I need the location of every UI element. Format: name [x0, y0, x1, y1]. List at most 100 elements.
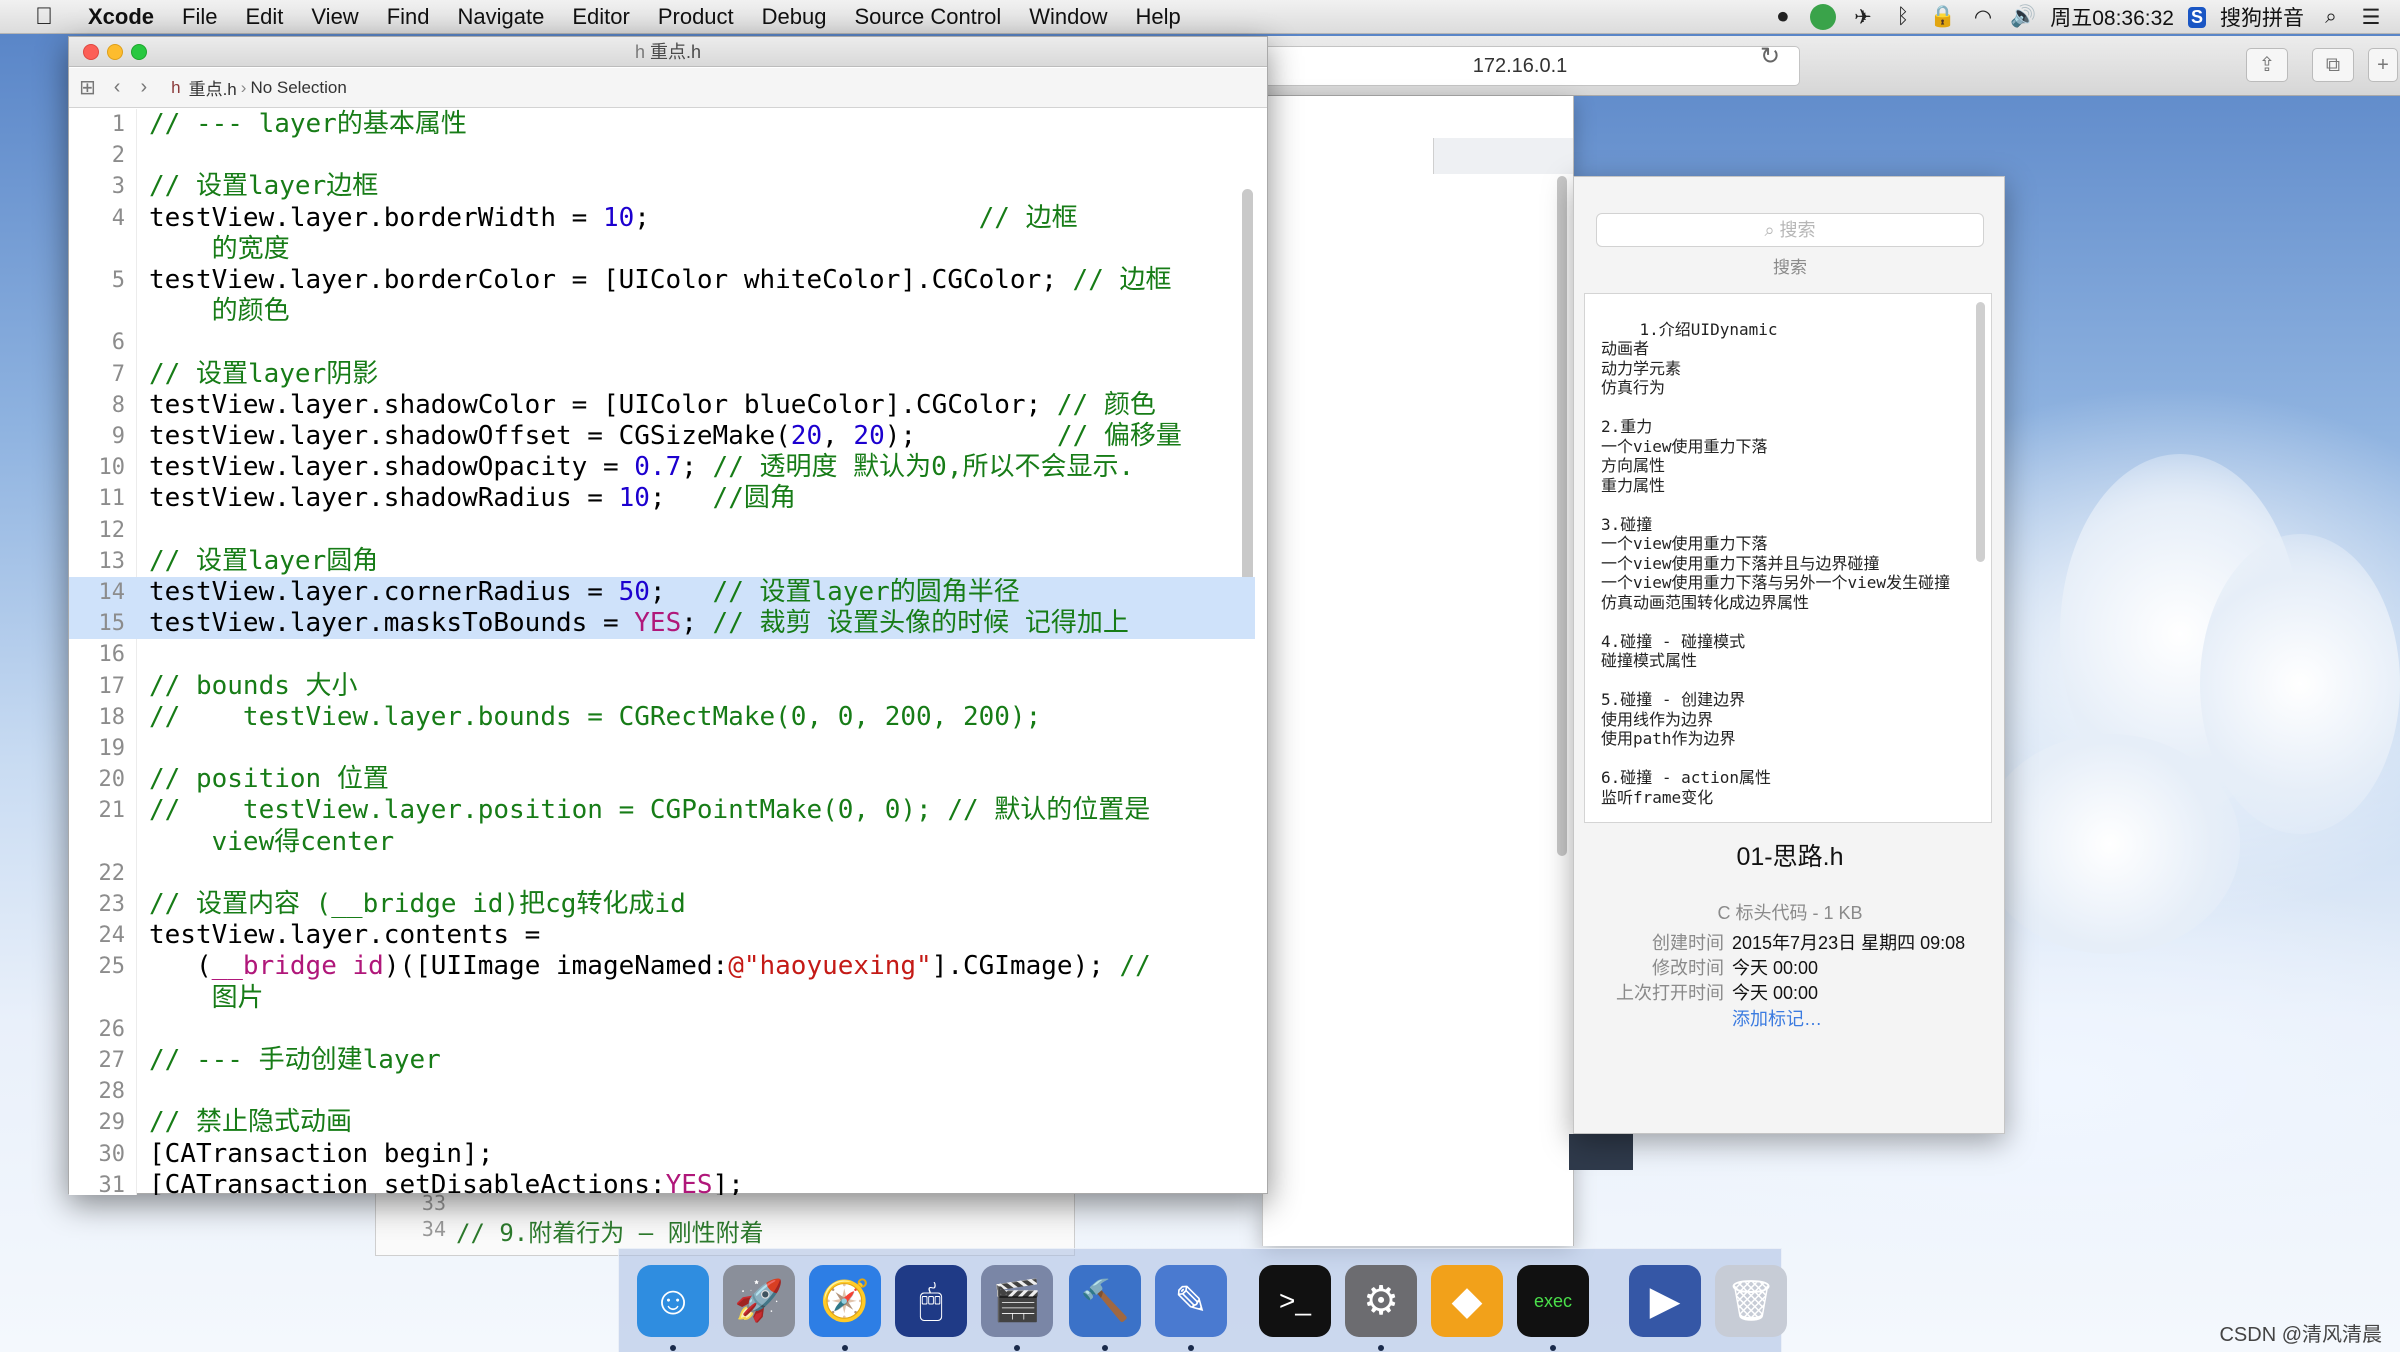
airplane-icon[interactable]: ✈	[1850, 5, 1876, 30]
input-method-label[interactable]: 搜狗拼音	[2220, 2, 2304, 32]
code-line[interactable]: 24 testView.layer.contents =	[69, 920, 1255, 951]
quicktime-dock-icon[interactable]: ▶	[1629, 1265, 1701, 1337]
menu-find[interactable]: Find	[387, 4, 430, 30]
volume-icon[interactable]: 🔊	[2010, 5, 2036, 29]
code-line[interactable]: 18 // testView.layer.bounds = CGRectMake(…	[69, 702, 1255, 733]
sync-status-icon[interactable]	[1809, 4, 1836, 30]
browser-address-bar[interactable]: 172.16.0.1	[1240, 46, 1800, 86]
code-line[interactable]: 1 // --- layer的基本属性	[69, 109, 1255, 140]
menu-view[interactable]: View	[311, 4, 358, 30]
code-line[interactable]: view得center	[69, 827, 1255, 858]
code-line[interactable]: 21 // testView.layer.position = CGPointMa…	[69, 795, 1255, 826]
imovie-dock-icon[interactable]: 🎬	[981, 1265, 1053, 1351]
line-number: 13	[98, 548, 126, 574]
back-chevron-icon[interactable]: ‹	[114, 76, 121, 99]
instruments-dock-icon[interactable]: ✎	[1155, 1265, 1227, 1351]
console-dock-icon[interactable]: exec	[1517, 1265, 1589, 1351]
add-tags-link[interactable]: 添加标记…	[1732, 1005, 1822, 1031]
preview-scrollbar[interactable]	[1976, 302, 1985, 562]
info-key: 上次打开时间	[1616, 983, 1724, 1003]
code-line[interactable]: 4 testView.layer.borderWidth = 10; // 边框	[69, 203, 1255, 234]
background-editor-scrollbar[interactable]	[1557, 176, 1567, 856]
safari-dock-icon[interactable]: 🧭	[809, 1265, 881, 1351]
close-icon[interactable]	[83, 44, 99, 60]
forward-chevron-icon[interactable]: ›	[140, 76, 147, 99]
menu-navigate[interactable]: Navigate	[458, 4, 545, 30]
wifi-icon[interactable]: ◠	[1970, 5, 1996, 30]
code-line[interactable]: 3 // 设置layer边框	[69, 171, 1255, 202]
xcode-dock-icon[interactable]: 🔨	[1069, 1265, 1141, 1351]
menu-editor[interactable]: Editor	[572, 4, 629, 30]
background-editor-window	[1262, 96, 1633, 1246]
code-line[interactable]: 17 // bounds 大小	[69, 671, 1255, 702]
zoom-icon[interactable]	[131, 44, 147, 60]
code-line[interactable]: 27 // --- 手动创建layer	[69, 1045, 1255, 1076]
code-line[interactable]: 9 testView.layer.shadowOffset = CGSizeMak…	[69, 421, 1255, 452]
code-line[interactable]: 7 // 设置layer阴影	[69, 359, 1255, 390]
code-line[interactable]: 13 // 设置layer圆角	[69, 546, 1255, 577]
code-line[interactable]: 14 testView.layer.cornerRadius = 50; // 设…	[69, 577, 1255, 609]
screen-record-icon[interactable]: ⏺	[1770, 5, 1796, 29]
code-line[interactable]: 5 testView.layer.borderColor = [UIColor w…	[69, 265, 1255, 296]
jumpbar-selection[interactable]: No Selection	[250, 78, 346, 98]
share-icon[interactable]: ⇪	[2246, 48, 2288, 82]
file-preview[interactable]: 1.介绍UIDynamic 动画者 动力学元素 仿真行为 2.重力 一个view…	[1584, 293, 1992, 823]
launchpad-dock-icon[interactable]: 🚀	[723, 1265, 795, 1337]
code-line[interactable]: 29 // 禁止隐式动画	[69, 1107, 1255, 1138]
background-editor-tab[interactable]	[1433, 138, 1573, 174]
finder-search-field[interactable]: ⌕ 搜索	[1596, 213, 1984, 247]
code-text: // testView.layer.position = CGPointMake…	[149, 795, 1151, 826]
app-menu[interactable]: Xcode	[88, 4, 154, 30]
tabs-overview-icon[interactable]: ⧉	[2312, 48, 2354, 82]
code-line[interactable]: 8 testView.layer.shadowColor = [UIColor b…	[69, 390, 1255, 421]
code-line[interactable]: 15 testView.layer.masksToBounds = YES; //…	[69, 608, 1255, 640]
lock-icon[interactable]: 🔒	[1930, 5, 1956, 29]
related-items-icon[interactable]: ⊞	[79, 75, 96, 100]
notification-center-icon[interactable]: ☰	[2358, 5, 2384, 30]
finder-dock-icon[interactable]: ☺	[637, 1265, 709, 1351]
code-line[interactable]: 11 testView.layer.shadowRadius = 10; //圆角	[69, 483, 1255, 514]
spotlight-search-icon[interactable]: ⌕	[2318, 5, 2344, 29]
info-row-modified: 修改时间 今天 00:00	[1574, 954, 2006, 980]
reload-icon[interactable]: ↻	[1760, 42, 1780, 71]
menu-edit[interactable]: Edit	[245, 4, 283, 30]
bluetooth-icon[interactable]: ᛒ	[1890, 5, 1916, 29]
menu-debug[interactable]: Debug	[762, 4, 827, 30]
code-line[interactable]: 16	[69, 639, 1255, 670]
minimize-icon[interactable]	[107, 44, 123, 60]
source-editor[interactable]: 1// --- layer的基本属性 2 3// 设置layer边框 4 testVie…	[69, 109, 1255, 1195]
code-line[interactable]: 2	[69, 140, 1255, 171]
code-line[interactable]: 25 (__bridge id)([UIImage imageNamed:@"h…	[69, 951, 1255, 982]
terminal-dock-icon[interactable]: >_	[1259, 1265, 1331, 1337]
code-line[interactable]: 图片	[69, 983, 1255, 1014]
menu-file[interactable]: File	[182, 4, 217, 30]
menu-product[interactable]: Product	[658, 4, 734, 30]
code-line[interactable]: 26	[69, 1014, 1255, 1045]
menu-window[interactable]: Window	[1029, 4, 1107, 30]
code-line[interactable]: 23 // 设置内容 (__bridge id)把cg转化成id	[69, 889, 1255, 920]
system-preferences-dock-icon[interactable]: ⚙	[1345, 1265, 1417, 1351]
new-tab-icon[interactable]: +	[2368, 48, 2398, 82]
sogou-input-icon[interactable]: S	[2187, 6, 2206, 28]
code-line[interactable]: 的颜色	[69, 296, 1255, 327]
code-line[interactable]: 22	[69, 858, 1255, 889]
code-line[interactable]: 30 [CATransaction begin];	[69, 1139, 1255, 1170]
running-indicator	[1188, 1345, 1194, 1351]
code-line[interactable]: 6	[69, 327, 1255, 358]
apple-menu-icon[interactable]: 	[26, 3, 62, 31]
trash-dock-icon[interactable]: 🗑	[1715, 1265, 1787, 1337]
jumpbar-file[interactable]: 重点.h	[189, 75, 237, 100]
code-line[interactable]: 的宽度	[69, 234, 1255, 265]
menu-source-control[interactable]: Source Control	[855, 4, 1002, 30]
code-line[interactable]: 31 [CATransaction setDisableActions:YES];	[69, 1170, 1255, 1195]
sketch-dock-icon[interactable]: ◆	[1431, 1265, 1503, 1337]
code-line[interactable]: 19	[69, 733, 1255, 764]
code-line[interactable]: 10 testView.layer.shadowOpacity = 0.7; //…	[69, 452, 1255, 483]
mouse-dock-icon[interactable]: 🖱	[895, 1265, 967, 1337]
menu-help[interactable]: Help	[1136, 4, 1181, 30]
code-text: // bounds 大小	[149, 670, 358, 701]
code-line[interactable]: 28	[69, 1076, 1255, 1107]
code-line[interactable]: 20 // position 位置	[69, 764, 1255, 795]
code-line[interactable]: 12	[69, 515, 1255, 546]
menubar-clock[interactable]: 周五08:36:32	[2050, 2, 2174, 32]
